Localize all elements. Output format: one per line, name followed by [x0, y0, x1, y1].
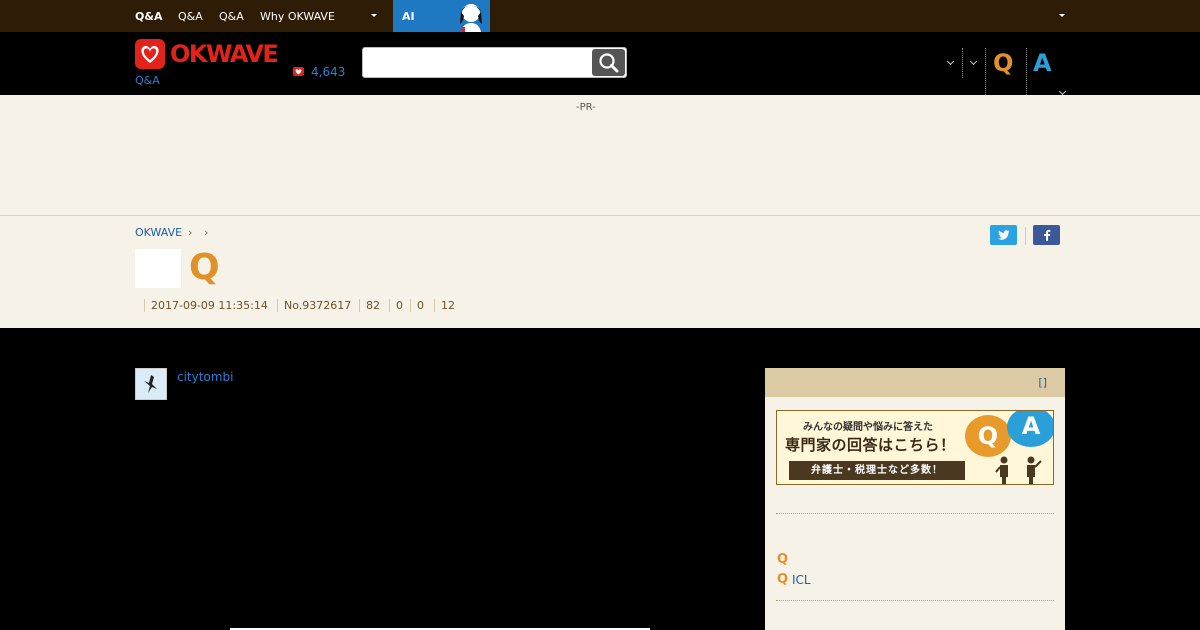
related-q-mark: Q: [777, 572, 789, 587]
thanks-heart-icon: [293, 67, 304, 76]
thanks-count: 4,643: [311, 65, 346, 79]
okwave-logo-heart-icon[interactable]: [135, 39, 165, 69]
account-dropdown-caret-icon[interactable]: [1059, 14, 1065, 17]
ai-banner-button[interactable]: AI: [393, 0, 490, 32]
banner-a-bubble: A: [1007, 411, 1053, 447]
header-divider: [962, 48, 963, 78]
facebook-share-button[interactable]: [1033, 225, 1060, 245]
author-username-link[interactable]: citytombi: [177, 370, 233, 384]
related-question-link[interactable]: ICL: [792, 573, 811, 587]
logo-subtitle: Q&A: [135, 74, 160, 87]
pr-label: -PR-: [576, 102, 596, 113]
question-number: No.9372617: [277, 299, 351, 312]
sidebar-header-link[interactable]: []: [1038, 376, 1047, 389]
question-posted-date: 2017-09-09 11:35:14: [144, 299, 268, 312]
social-divider: [1025, 227, 1026, 245]
twitter-bird-icon: [997, 230, 1009, 240]
question-header-area: -PR- OKWAVE › › Q 2017-09-09 11:35:14 No…: [0, 95, 1200, 328]
banner-ribbon: 弁護士・税理士など多数！: [789, 461, 965, 480]
topnav-item-qa-3[interactable]: Q&A: [219, 10, 244, 23]
banner-line-1: みんなの疑問や悩みに答えた: [803, 422, 933, 433]
topnav-dropdown-caret-icon[interactable]: [371, 14, 377, 17]
header-divider: [1026, 48, 1027, 95]
bookmark-count: 12: [434, 299, 455, 312]
okwave-logo-text[interactable]: OKWAVE: [170, 40, 279, 68]
topnav-item-qa-2[interactable]: Q&A: [178, 10, 203, 23]
sidebar: [] みんなの疑問や悩みに答えた 専門家の回答はこちら！ 弁護士・税理士など多数…: [765, 368, 1065, 630]
ai-character-icon: [460, 4, 482, 32]
like-count: 0: [410, 299, 424, 312]
banner-line-2: 専門家の回答はこちら！: [785, 436, 956, 454]
menu-1-chevron-down-icon[interactable]: [946, 57, 955, 66]
answer-button[interactable]: A: [1033, 49, 1052, 77]
top-navigation-bar: Q&A Q&A Q&A Why OKWAVE AI: [0, 0, 1200, 32]
header-divider: [985, 48, 986, 95]
kite-bird-icon: [144, 375, 157, 393]
topnav-item-why-okwave[interactable]: Why OKWAVE: [260, 10, 335, 23]
question-q-mark: Q: [189, 247, 220, 288]
experts-figure-icon: [995, 456, 1042, 484]
view-count: 82: [359, 299, 380, 312]
ai-label: AI: [402, 10, 415, 23]
breadcrumb-home-link[interactable]: OKWAVE: [135, 226, 182, 239]
avatar[interactable]: [135, 368, 167, 400]
ad-divider: [0, 215, 1200, 216]
facebook-f-icon: [1043, 229, 1050, 241]
category-badge: [135, 249, 181, 288]
search-button[interactable]: [592, 49, 625, 76]
sidebar-divider: [776, 600, 1054, 601]
search-icon: [599, 53, 619, 73]
sidebar-divider: [776, 513, 1054, 514]
heart-icon: [141, 45, 159, 63]
site-header: OKWAVE Q&A 4,643 Q A: [0, 32, 1200, 96]
search-box: [362, 47, 627, 78]
twitter-share-button[interactable]: [990, 225, 1017, 245]
related-q-mark: Q: [777, 552, 789, 567]
expert-answers-banner[interactable]: みんなの疑問や悩みに答えた 専門家の回答はこちら！ 弁護士・税理士など多数！ Q…: [776, 410, 1054, 485]
ask-question-button[interactable]: Q: [993, 49, 1013, 77]
breadcrumb-separator: ›: [204, 226, 209, 239]
banner-q-bubble: Q: [965, 415, 1011, 457]
sidebar-header: []: [765, 368, 1065, 397]
answer-count: 0: [389, 299, 403, 312]
topnav-item-qa-home[interactable]: Q&A: [135, 10, 162, 23]
search-input[interactable]: [367, 51, 589, 74]
menu-2-chevron-down-icon[interactable]: [969, 57, 978, 66]
menu-3-chevron-down-icon[interactable]: [1058, 87, 1067, 96]
breadcrumb-separator: ›: [188, 226, 193, 239]
